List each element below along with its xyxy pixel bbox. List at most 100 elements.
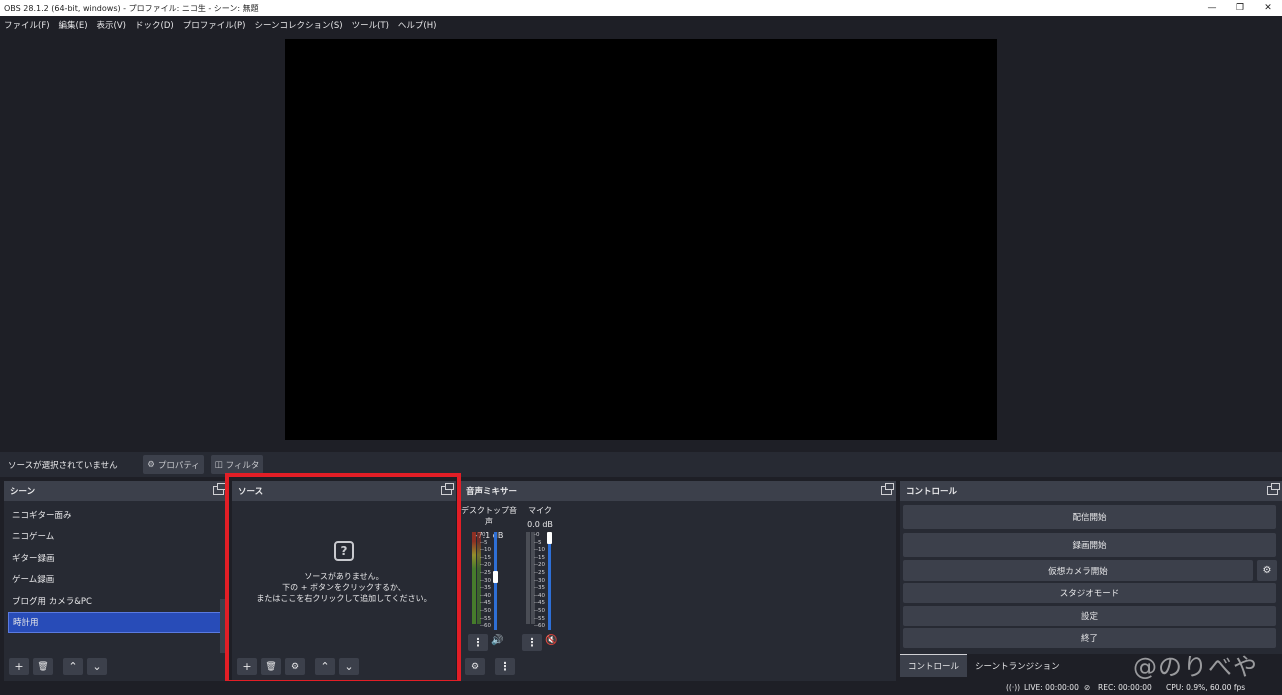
mixer-menu-button[interactable]: ⋮ <box>495 658 515 675</box>
filter-icon: ◫ <box>214 459 223 470</box>
undock-icon[interactable] <box>441 483 454 495</box>
meter-tick-label: --20 <box>480 562 491 569</box>
preview-area <box>0 33 1282 448</box>
meter-tick-label: --15 <box>534 554 545 561</box>
meter-tick-label: --15 <box>480 554 491 561</box>
mixer-dock-header: 音声ミキサー <box>460 481 896 501</box>
volume-slider-handle[interactable] <box>547 532 552 544</box>
source-properties-button[interactable]: ⚙ <box>285 658 305 675</box>
menu-help[interactable]: ヘルプ(H) <box>398 19 437 31</box>
add-scene-button[interactable]: + <box>9 658 29 675</box>
scene-item[interactable]: ブログ用 カメラ&PC <box>4 590 228 612</box>
scene-item[interactable]: ギター録画 <box>4 547 228 569</box>
meter-tick-label: -0 <box>480 532 486 538</box>
trash-icon: 🗑 <box>37 661 49 672</box>
channel-menu-button[interactable]: ⋮ <box>522 634 542 651</box>
remove-source-button[interactable]: 🗑 <box>261 658 281 675</box>
remove-scene-button[interactable]: 🗑 <box>33 658 53 675</box>
scene-item[interactable]: ニコギター面み <box>4 504 228 526</box>
menu-edit[interactable]: 編集(E) <box>59 19 88 31</box>
menu-view[interactable]: 表示(V) <box>97 19 126 31</box>
undock-icon[interactable] <box>213 483 226 495</box>
tab-controls[interactable]: コントロール <box>900 654 968 677</box>
scene-list: ニコギター面み ニコゲーム ギター録画 ゲーム録画 ブログ用 カメラ&PC 時計… <box>4 501 228 633</box>
more-vertical-icon: ⋮ <box>472 636 484 649</box>
sources-empty-state[interactable]: ? ソースがありません。 下の + ボタンをクリックするか、 またはここを右クリ… <box>232 541 456 604</box>
move-source-up-button[interactable]: ⌃ <box>315 658 335 675</box>
close-icon[interactable]: ✕ <box>1254 0 1282 16</box>
filters-button[interactable]: ◫ フィルタ <box>211 455 263 474</box>
channel-name: デスクトップ音声 <box>461 506 517 526</box>
undock-icon[interactable] <box>1267 483 1280 495</box>
sources-dock-footer: + 🗑 ⚙ ⌃ ⌄ <box>232 658 363 675</box>
undock-icon[interactable] <box>881 483 894 495</box>
meter-tick-label: --30 <box>534 577 545 584</box>
channel-name: マイク <box>528 506 552 515</box>
virtual-camera-settings-button[interactable]: ⚙ <box>1257 560 1277 581</box>
menu-scene-collection[interactable]: シーンコレクション(S) <box>254 19 342 31</box>
scenes-dock: シーン ニコギター面み ニコゲーム ギター録画 ゲーム録画 ブログ用 カメラ&P… <box>4 481 228 681</box>
scene-list-scrollbar[interactable] <box>220 599 225 653</box>
meter-tick-label: --55 <box>534 615 545 622</box>
rec-status: REC: 00:00:00 <box>1098 683 1152 692</box>
volume-slider[interactable] <box>547 532 552 630</box>
menu-profile[interactable]: プロファイル(P) <box>183 19 246 31</box>
filters-label: フィルタ <box>225 460 260 471</box>
meter-tick-label: --60 <box>480 623 491 630</box>
menu-bar: ファイル(F) 編集(E) 表示(V) ドック(D) プロファイル(P) シーン… <box>0 16 1282 33</box>
mixer-dock-footer: ⚙ ⋮ <box>460 658 519 675</box>
chevron-down-icon: ⌄ <box>344 660 354 673</box>
start-virtual-camera-button[interactable]: 仮想カメラ開始 <box>903 560 1253 581</box>
no-source-selected-label: ソースが選択されていません <box>8 460 118 471</box>
source-toolbar: ソースが選択されていません ⚙ プロパティ ◫ フィルタ <box>0 452 1282 477</box>
gears-icon: ⚙ <box>470 661 480 672</box>
more-vertical-icon: ⋮ <box>526 636 538 649</box>
scenes-dock-title: シーン <box>10 487 36 497</box>
controls-dock-header: コントロール <box>900 481 1282 501</box>
sources-dock-header: ソース <box>232 481 456 501</box>
advanced-audio-button[interactable]: ⚙ <box>465 658 485 675</box>
sources-dock-title: ソース <box>238 487 264 497</box>
move-scene-up-button[interactable]: ⌃ <box>63 658 83 675</box>
add-source-button[interactable]: + <box>237 658 257 675</box>
plus-icon: + <box>242 660 252 673</box>
restore-icon[interactable]: ❐ <box>1226 0 1254 16</box>
studio-mode-button[interactable]: スタジオモード <box>903 583 1276 603</box>
speaker-muted-icon[interactable]: 🔇 <box>545 635 557 646</box>
start-recording-button[interactable]: 録画開始 <box>903 533 1276 557</box>
scenes-dock-header: シーン <box>4 481 228 501</box>
audio-mixer-dock: 音声ミキサー デスクトップ音声 -7.1 dB -0 --5 --10 --15 --2… <box>460 481 896 681</box>
controls-dock-title: コントロール <box>906 487 958 497</box>
channel-menu-button[interactable]: ⋮ <box>468 634 488 651</box>
meter-scale: -0 --5 --10 --15 --20 --25 --30 --35 --40 --45 --5… <box>534 532 545 631</box>
exit-button[interactable]: 終了 <box>903 628 1276 648</box>
settings-button[interactable]: 設定 <box>903 606 1276 626</box>
meter-tick-label: --60 <box>534 623 545 630</box>
menu-dock[interactable]: ドック(D) <box>135 19 174 31</box>
scene-item[interactable]: ニコゲーム <box>4 526 228 548</box>
preview-canvas[interactable] <box>285 39 997 440</box>
move-source-down-button[interactable]: ⌄ <box>339 658 359 675</box>
meter-tick-label: --5 <box>480 539 488 546</box>
tab-scene-transitions[interactable]: シーントランジション <box>967 654 1068 677</box>
mixer-channel-mic: マイク 0.0 dB <box>518 505 562 529</box>
volume-meter <box>526 532 530 624</box>
meter-tick-label: --20 <box>534 562 545 569</box>
window-controls: — ❐ ✕ <box>1198 0 1282 16</box>
speaker-icon[interactable]: 🔊 <box>491 635 503 646</box>
meter-tick-label: --45 <box>534 600 545 607</box>
move-scene-down-button[interactable]: ⌄ <box>87 658 107 675</box>
menu-tools[interactable]: ツール(T) <box>352 19 389 31</box>
minimize-icon[interactable]: — <box>1198 0 1226 16</box>
window-titlebar: OBS 28.1.2 (64-bit, windows) - プロファイル: ニ… <box>0 0 1282 16</box>
volume-slider[interactable] <box>493 532 498 630</box>
start-streaming-button[interactable]: 配信開始 <box>903 505 1276 529</box>
meter-tick-label: --55 <box>480 615 491 622</box>
meter-tick-label: --25 <box>534 569 545 576</box>
properties-button[interactable]: ⚙ プロパティ <box>143 455 204 474</box>
meter-tick-label: --10 <box>534 547 545 554</box>
scene-item[interactable]: ゲーム録画 <box>4 569 228 591</box>
scene-item-selected[interactable]: 時計用 <box>8 611 224 633</box>
volume-slider-handle[interactable] <box>493 571 498 583</box>
menu-file[interactable]: ファイル(F) <box>4 19 50 31</box>
